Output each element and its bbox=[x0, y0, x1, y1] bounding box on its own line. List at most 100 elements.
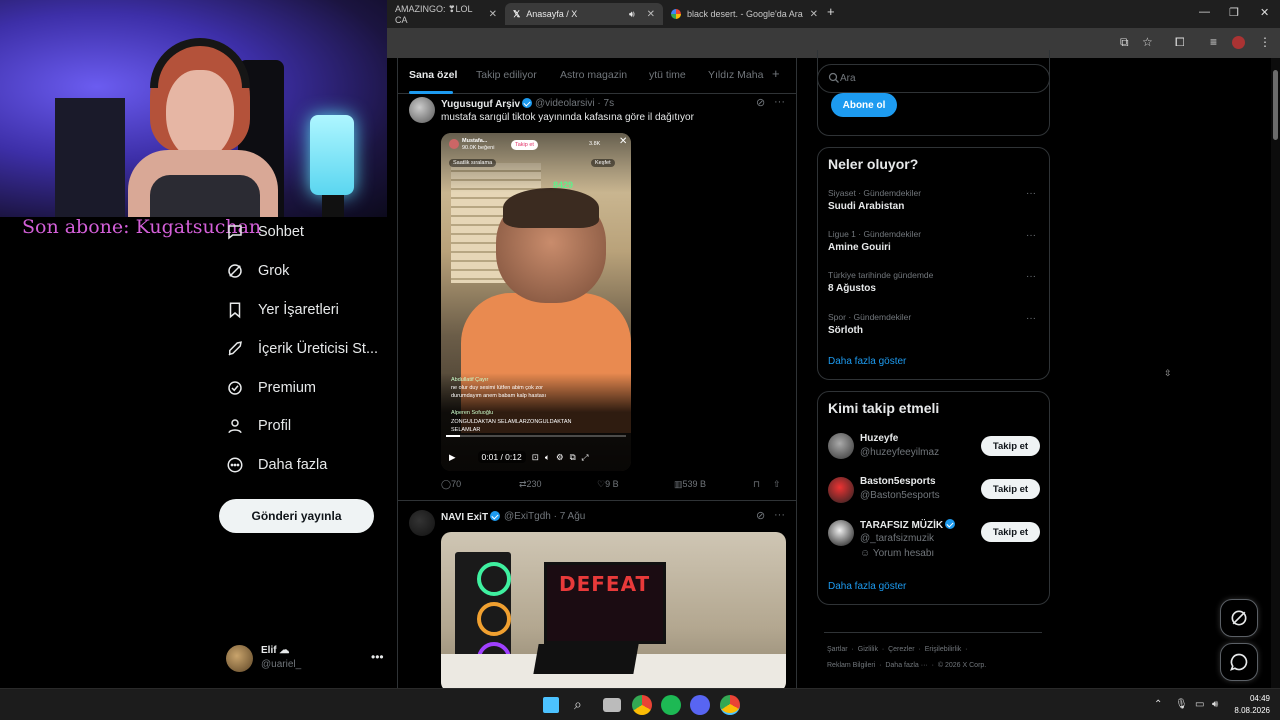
repost-button[interactable]: ⇄ 230 bbox=[519, 479, 542, 490]
close-icon[interactable]: ✕ bbox=[647, 9, 655, 20]
grok-icon[interactable]: ⊘ bbox=[756, 96, 765, 109]
more-icon[interactable]: ··· bbox=[1026, 188, 1036, 199]
nav-item-grok[interactable]: Grok bbox=[226, 257, 289, 285]
like-button[interactable]: ♡ 9 B bbox=[597, 479, 619, 490]
footer-link[interactable]: Daha fazla bbox=[885, 662, 918, 669]
chevron-up-icon[interactable]: ⌃ bbox=[1154, 699, 1162, 710]
follow-name[interactable]: Huzeyfe bbox=[860, 433, 898, 444]
share-icon[interactable]: ⇧ bbox=[773, 479, 781, 490]
volume-icon[interactable]: 🔈︎ bbox=[545, 452, 550, 463]
avatar[interactable] bbox=[828, 433, 854, 459]
tab-for-you[interactable]: Sana özel bbox=[409, 69, 457, 81]
account-switcher[interactable]: Elif ☁ @uariel_ ••• bbox=[226, 644, 386, 674]
reply-button[interactable]: ◯ 70 bbox=[441, 479, 461, 490]
footer-link[interactable]: Gizlilik bbox=[858, 646, 878, 653]
views-button[interactable]: ▥ 539 B bbox=[674, 479, 706, 490]
chrome-icon[interactable] bbox=[632, 695, 652, 715]
tab-astro-magazin[interactable]: Astro magazin bbox=[560, 69, 627, 81]
search-icon[interactable]: ⌕ bbox=[574, 696, 582, 713]
show-more-link[interactable]: Daha fazla göster bbox=[828, 356, 906, 367]
follow-handle: @_tarafsizmuzik bbox=[860, 533, 935, 544]
extensions-icon[interactable]: ⧠ bbox=[1175, 35, 1185, 50]
add-tab-icon[interactable]: + bbox=[772, 66, 780, 81]
more-icon[interactable]: ··· bbox=[1026, 230, 1036, 241]
messages-float-button[interactable] bbox=[1220, 643, 1258, 681]
tweet-author[interactable]: NAVI ExiT bbox=[441, 511, 501, 523]
subscribe-button[interactable]: Abone ol bbox=[831, 93, 897, 117]
close-icon[interactable]: ✕ bbox=[489, 9, 497, 20]
follow-button[interactable]: Takip et bbox=[981, 436, 1040, 456]
avatar[interactable] bbox=[409, 97, 435, 123]
post-button[interactable]: Gönderi yayınla bbox=[219, 499, 374, 533]
display-icon[interactable]: ▭ bbox=[1195, 699, 1204, 710]
more-icon[interactable]: ··· bbox=[1026, 313, 1036, 324]
windows-start-icon[interactable] bbox=[543, 697, 559, 713]
star-icon[interactable]: ☆ bbox=[1142, 35, 1153, 49]
nav-item-premium[interactable]: Premium bbox=[226, 374, 316, 402]
avatar[interactable] bbox=[409, 510, 435, 536]
tweet-author[interactable]: Yugusuguf Arşiv bbox=[441, 98, 533, 110]
captions-icon[interactable]: ⊡ bbox=[532, 452, 539, 463]
play-icon[interactable]: ▶ bbox=[449, 452, 456, 463]
close-icon[interactable]: ✕ bbox=[810, 9, 818, 20]
avatar[interactable] bbox=[828, 520, 854, 546]
task-view-icon[interactable] bbox=[603, 698, 621, 712]
nav-item-profile[interactable]: Profil bbox=[226, 412, 291, 440]
footer-link[interactable]: Çerezler bbox=[888, 646, 914, 653]
footer-link[interactable]: Reklam Bilgileri bbox=[827, 662, 875, 669]
show-more-link[interactable]: Daha fazla göster bbox=[828, 581, 906, 592]
more-icon[interactable]: ··· bbox=[774, 96, 785, 108]
more-icon[interactable]: ··· bbox=[1026, 271, 1036, 282]
chrome-icon-active[interactable] bbox=[720, 695, 740, 715]
follow-name[interactable]: TARAFSIZ MÜZİK bbox=[860, 519, 956, 531]
cast-icon[interactable]: ⧉ bbox=[1120, 35, 1129, 50]
tab-yildiz-maha[interactable]: Yıldız Maha bbox=[708, 69, 763, 81]
spotify-icon[interactable] bbox=[661, 695, 681, 715]
grok-float-button[interactable] bbox=[1220, 599, 1258, 637]
nav-label: Grok bbox=[258, 263, 290, 279]
clock[interactable]: 04:49 8.08.2026 bbox=[1226, 693, 1270, 717]
minimize-icon[interactable]: — bbox=[1199, 6, 1210, 18]
verified-badge-icon bbox=[522, 98, 533, 108]
nav-item-bookmarks[interactable]: Yer İşaretleri bbox=[226, 296, 339, 324]
more-icon[interactable]: ••• bbox=[371, 650, 384, 664]
bookmark-icon[interactable]: ⊓ bbox=[753, 479, 760, 490]
browser-tab[interactable]: black desert. - Google'da Ara ✕ bbox=[663, 3, 826, 25]
footer-link[interactable]: Şartlar bbox=[827, 646, 848, 653]
menu-icon[interactable]: ⋮ bbox=[1259, 35, 1271, 49]
restore-icon[interactable]: ❐ bbox=[1229, 6, 1239, 19]
speaker-icon[interactable]: 🔊︎ bbox=[629, 9, 635, 20]
browser-tab-active[interactable]: 𝕏 Anasayfa / X 🔊︎ ✕ bbox=[505, 3, 663, 25]
volume-icon[interactable]: 🔊︎ bbox=[1212, 699, 1218, 710]
profile-avatar[interactable] bbox=[1232, 36, 1245, 49]
tweet-photo[interactable]: DEFEAT bbox=[441, 532, 786, 688]
tweet-video[interactable]: Mustafa... 90.0K beğeni Takip et 3.8K ✕ … bbox=[441, 133, 631, 471]
tab-ytu-time[interactable]: ytü time bbox=[649, 69, 686, 81]
discord-icon[interactable] bbox=[690, 695, 710, 715]
settings-icon[interactable]: ⚙ bbox=[556, 452, 564, 463]
scrollbar[interactable] bbox=[1271, 58, 1280, 688]
more-icon[interactable]: ··· bbox=[774, 509, 785, 521]
nav-item-creator-studio[interactable]: İçerik Üreticisi St... bbox=[226, 335, 378, 363]
fullscreen-icon[interactable]: ⤢ bbox=[582, 452, 589, 463]
window-close-icon[interactable]: ✕ bbox=[1260, 6, 1269, 19]
trend-category: Spor · Gündemdekiler bbox=[828, 312, 912, 322]
nav-item-chat[interactable]: Sohbet bbox=[226, 218, 304, 246]
follow-button[interactable]: Takip et bbox=[981, 522, 1040, 542]
footer-link[interactable]: Erişilebilirlik bbox=[925, 646, 962, 653]
scroll-thumb[interactable] bbox=[1273, 70, 1278, 140]
browser-tab[interactable]: AMAZINGO: ❣LOL CA ✕ bbox=[387, 3, 505, 25]
nav-item-more[interactable]: Daha fazla bbox=[226, 451, 327, 479]
follow-button[interactable]: Takip et bbox=[981, 479, 1040, 499]
grok-icon[interactable]: ⊘ bbox=[756, 509, 765, 522]
video-comment: durumdayım anem babam kalp hastası bbox=[451, 393, 547, 399]
search-input[interactable]: Ara bbox=[817, 64, 1050, 93]
pip-icon[interactable]: ⧉ bbox=[570, 452, 576, 463]
follow-name[interactable]: Baston5esports bbox=[860, 476, 936, 487]
video-progress[interactable] bbox=[446, 435, 626, 437]
avatar[interactable] bbox=[828, 477, 854, 503]
new-tab-button[interactable]: + bbox=[827, 4, 835, 19]
queue-icon[interactable]: ≡ bbox=[1210, 35, 1217, 49]
microphone-icon[interactable]: 🎙︎ bbox=[1175, 699, 1188, 710]
tab-following[interactable]: Takip ediliyor bbox=[476, 69, 537, 81]
